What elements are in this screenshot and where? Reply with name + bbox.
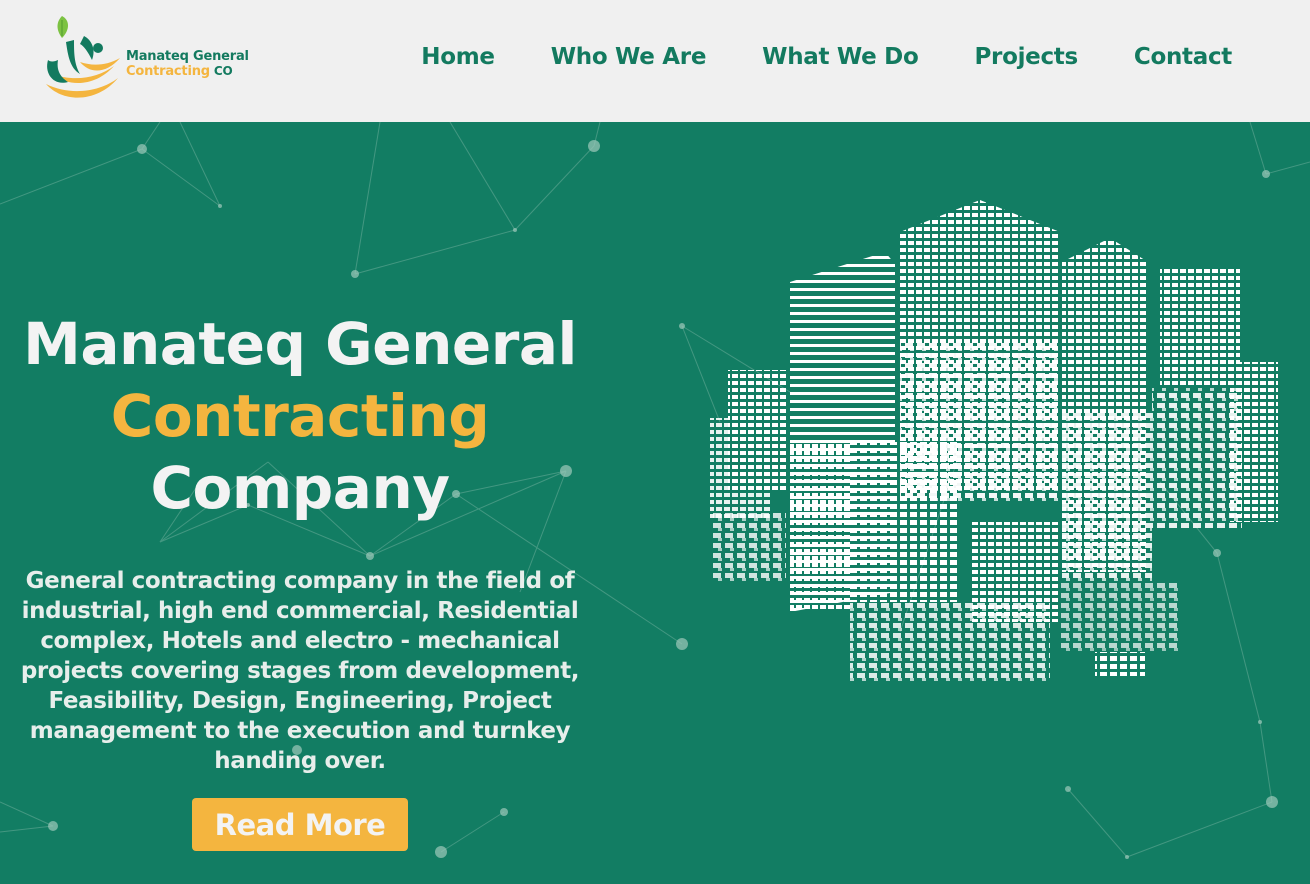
nav-projects[interactable]: Projects	[974, 44, 1078, 70]
brand-name-line1: Manateq General	[126, 49, 249, 64]
nav-what-we-do[interactable]: What We Do	[762, 44, 919, 70]
nav-contact[interactable]: Contact	[1134, 44, 1232, 70]
main-nav: Home Who We Are What We Do Projects Cont…	[421, 44, 1232, 70]
brand-name-line2: Contracting CO	[126, 65, 249, 78]
site-header: Manateq General Contracting CO Home Who W…	[0, 0, 1310, 122]
nav-who-we-are[interactable]: Who We Are	[551, 44, 707, 70]
brand-logo[interactable]: Manateq General Contracting CO	[40, 12, 270, 108]
brand-name-suffix: CO	[213, 64, 233, 78]
hero-title: Manateq General Contracting Company	[0, 308, 600, 524]
hero-heading-block: Manateq General Contracting Company	[0, 308, 600, 524]
hero-title-accent: Contracting	[110, 382, 490, 450]
hero-section: Manateq General Contracting Company Gene…	[0, 122, 1310, 884]
calligraphy-leaf-logo-icon	[46, 16, 120, 98]
nav-home[interactable]: Home	[421, 44, 495, 70]
brand-name-contracting: Contracting	[126, 64, 210, 79]
read-more-button[interactable]: Read More	[192, 798, 408, 851]
brand-wordmark: Manateq General Contracting CO	[126, 50, 249, 78]
hero-title-line3: Company	[150, 454, 450, 522]
hero-description: General contracting company in the field…	[20, 568, 580, 774]
hero-title-line1: Manateq General	[23, 310, 577, 378]
city-skyscrapers-illustration	[710, 200, 1278, 682]
